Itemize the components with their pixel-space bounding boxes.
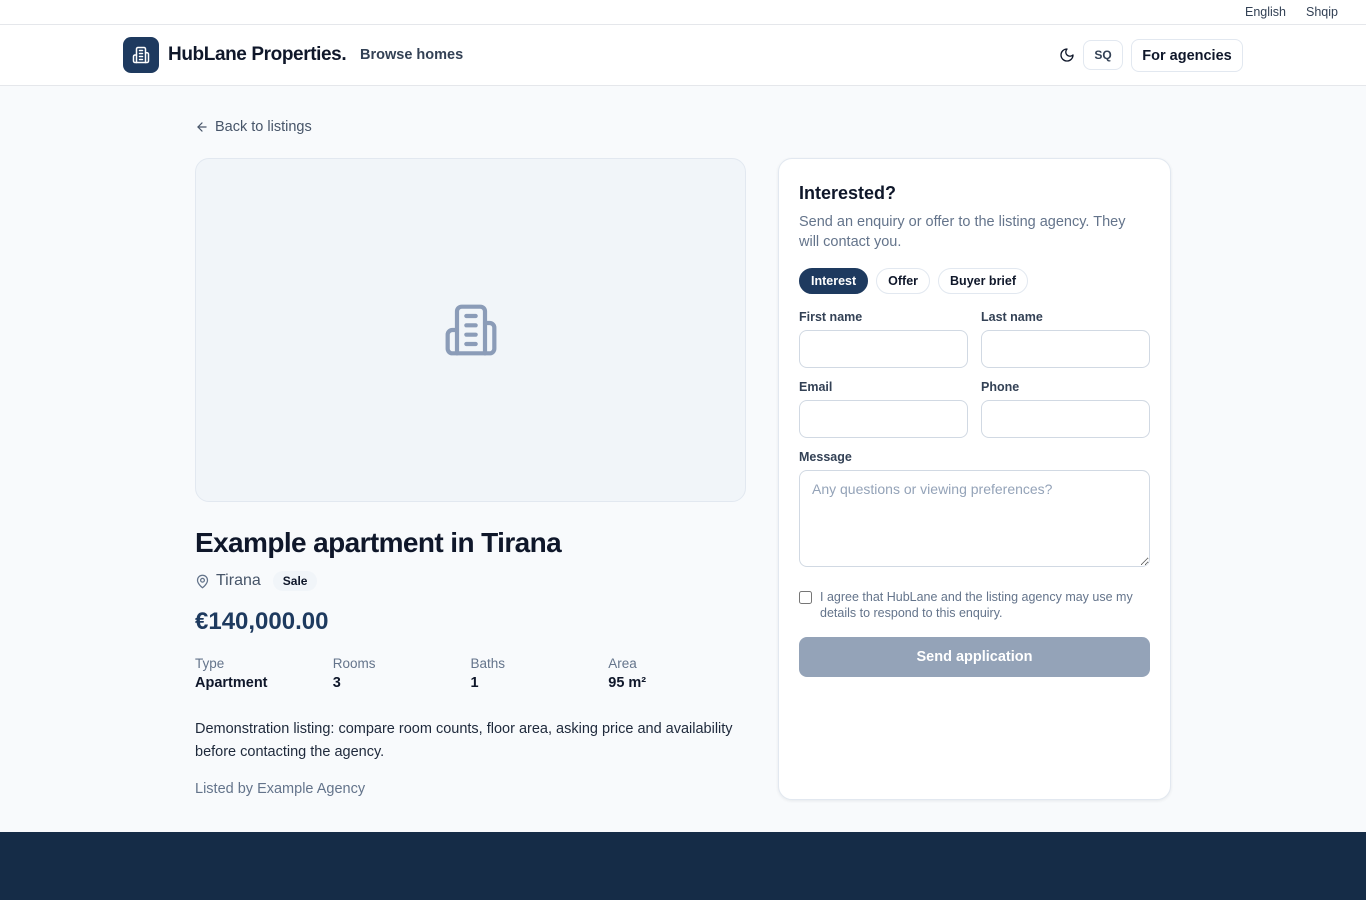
listing-description: Demonstration listing: compare room coun… xyxy=(195,721,733,760)
spec-value: Apartment xyxy=(195,675,268,691)
listing-location-row: Tirana Sale xyxy=(195,571,318,591)
spec-value: 3 xyxy=(332,675,341,691)
enquiry-card: Interested? Send an enquiry or offer to … xyxy=(778,158,1171,800)
consent-checkbox[interactable] xyxy=(799,591,812,604)
language-bar: English Shqip xyxy=(0,0,1366,25)
message-textarea[interactable] xyxy=(799,470,1150,567)
nav-browse-homes[interactable]: Browse homes xyxy=(360,47,463,63)
back-to-listings-link[interactable]: Back to listings xyxy=(195,119,312,135)
listing-price: €140,000.00 xyxy=(195,608,329,635)
spec-label: Baths xyxy=(470,656,506,671)
spec-area: Area 95 m² xyxy=(608,656,746,691)
listing-image-placeholder xyxy=(195,158,746,502)
spec-baths: Baths 1 xyxy=(471,656,609,691)
moon-icon xyxy=(1060,48,1074,62)
theme-toggle-button[interactable] xyxy=(1055,43,1079,67)
listing-location: Tirana xyxy=(216,572,261,589)
back-link-label: Back to listings xyxy=(215,119,312,135)
enquiry-subtitle: Send an enquiry or offer to the listing … xyxy=(799,214,1126,250)
last-name-input[interactable] xyxy=(981,330,1150,368)
language-shqip-link[interactable]: Shqip xyxy=(1306,5,1338,19)
first-name-label: First name xyxy=(799,310,863,324)
message-label: Message xyxy=(799,450,852,464)
send-application-button[interactable]: Send application xyxy=(799,637,1150,677)
phone-label: Phone xyxy=(981,380,1020,394)
site-footer xyxy=(0,832,1366,900)
spec-value: 1 xyxy=(470,675,479,691)
building-icon xyxy=(445,304,496,356)
listed-by-agency: Listed by Example Agency xyxy=(195,781,366,797)
building-icon xyxy=(132,46,150,64)
enquiry-title: Interested? xyxy=(799,183,897,203)
listing-title: Example apartment in Tirana xyxy=(195,527,562,558)
tab-buyer-brief[interactable]: Buyer brief xyxy=(938,268,1029,294)
last-name-label: Last name xyxy=(981,310,1043,324)
listing-specs: Type Apartment Rooms 3 Baths 1 Area 95 m… xyxy=(195,656,746,691)
logo[interactable] xyxy=(123,37,159,73)
listing-type-badge: Sale xyxy=(272,571,318,591)
for-agencies-button[interactable]: For agencies xyxy=(1131,39,1243,72)
spec-label: Type xyxy=(195,656,225,671)
site-header: HubLane Properties. Browse homes SQ For … xyxy=(0,25,1366,86)
spec-type: Type Apartment xyxy=(195,656,333,691)
enquiry-tabs: Interest Offer Buyer brief xyxy=(799,268,1029,294)
spec-rooms: Rooms 3 xyxy=(333,656,471,691)
tab-offer[interactable]: Offer xyxy=(876,268,931,294)
tab-interest[interactable]: Interest xyxy=(799,268,869,294)
first-name-input[interactable] xyxy=(799,330,968,368)
email-input[interactable] xyxy=(799,400,968,438)
spec-label: Rooms xyxy=(332,656,376,671)
consent-text: I agree that HubLane and the listing age… xyxy=(820,590,1133,620)
phone-input[interactable] xyxy=(981,400,1150,438)
language-toggle-button[interactable]: SQ xyxy=(1083,40,1123,70)
email-label: Email xyxy=(799,380,833,394)
brand-name[interactable]: HubLane Properties. xyxy=(168,44,347,66)
spec-value: 95 m² xyxy=(608,675,647,691)
language-english-link[interactable]: English xyxy=(1245,5,1286,19)
arrow-left-icon xyxy=(197,122,207,132)
spec-label: Area xyxy=(608,656,637,671)
consent-row: I agree that HubLane and the listing age… xyxy=(799,589,1151,621)
map-pin-icon xyxy=(196,574,209,588)
